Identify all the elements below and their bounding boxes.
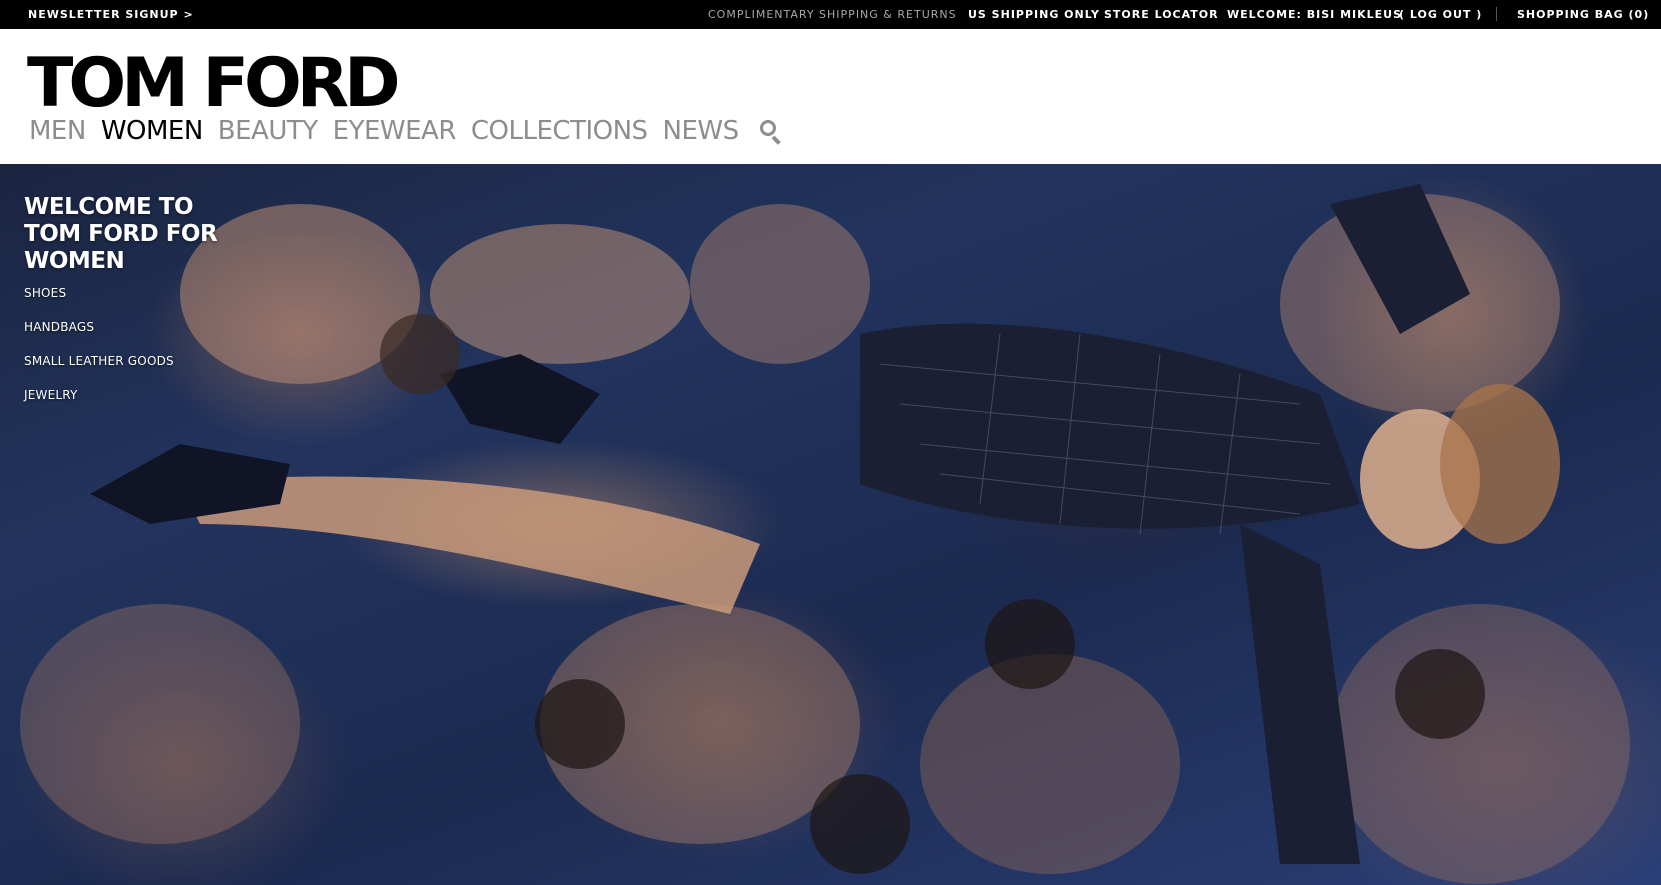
- nav-women[interactable]: WOMEN: [101, 118, 203, 144]
- category-menu: SHOES HANDBAGS SMALL LEATHER GOODS JEWEL…: [24, 282, 174, 418]
- nav-beauty[interactable]: BEAUTY: [218, 118, 318, 144]
- logout-link[interactable]: ( LOG OUT ): [1399, 8, 1482, 21]
- nav-men[interactable]: MEN: [29, 118, 86, 144]
- category-item: SMALL LEATHER GOODS: [24, 350, 174, 384]
- newsletter-signup-link[interactable]: NEWSLETTER SIGNUP >: [28, 8, 194, 21]
- category-item: HANDBAGS: [24, 316, 174, 350]
- category-jewelry-link[interactable]: JEWELRY: [24, 388, 78, 402]
- category-shoes-link[interactable]: SHOES: [24, 286, 66, 300]
- hero-heading: WELCOME TO TOM FORD FOR WOMEN: [24, 194, 218, 274]
- shipping-promo-text: COMPLIMENTARY SHIPPING & RETURNS: [708, 8, 957, 21]
- nav-eyewear[interactable]: EYEWEAR: [333, 118, 457, 144]
- main-nav: MEN WOMEN BEAUTY EYEWEAR COLLECTIONS NEW…: [29, 118, 784, 145]
- topbar-divider: [1496, 7, 1497, 21]
- nav-news[interactable]: NEWS: [663, 118, 740, 144]
- search-icon-lens: [759, 120, 776, 136]
- category-item: JEWELRY: [24, 384, 174, 418]
- hero-campaign-image: [20, 184, 1630, 884]
- tom-ford-logo[interactable]: TOM FORD: [27, 50, 401, 118]
- store-locator-link[interactable]: STORE LOCATOR: [1104, 8, 1219, 21]
- shopping-bag-link[interactable]: SHOPPING BAG (0): [1517, 8, 1649, 21]
- search-icon-handle: [771, 135, 781, 145]
- site-header: TOM FORD MEN WOMEN BEAUTY EYEWEAR COLLEC…: [0, 29, 1661, 164]
- us-shipping-only-link[interactable]: US SHIPPING ONLY: [968, 8, 1100, 21]
- category-small-leather-goods-link[interactable]: SMALL LEATHER GOODS: [24, 354, 174, 368]
- welcome-user-text: WELCOME: BISI MIKLEUS: [1227, 8, 1403, 21]
- utility-bar: NEWSLETTER SIGNUP > COMPLIMENTARY SHIPPI…: [0, 0, 1661, 29]
- nav-collections[interactable]: COLLECTIONS: [471, 118, 648, 144]
- hero-banner[interactable]: WELCOME TO TOM FORD FOR WOMEN SHOES HAND…: [0, 164, 1661, 885]
- category-handbags-link[interactable]: HANDBAGS: [24, 320, 94, 334]
- search-icon[interactable]: [758, 118, 784, 145]
- category-item: SHOES: [24, 282, 174, 316]
